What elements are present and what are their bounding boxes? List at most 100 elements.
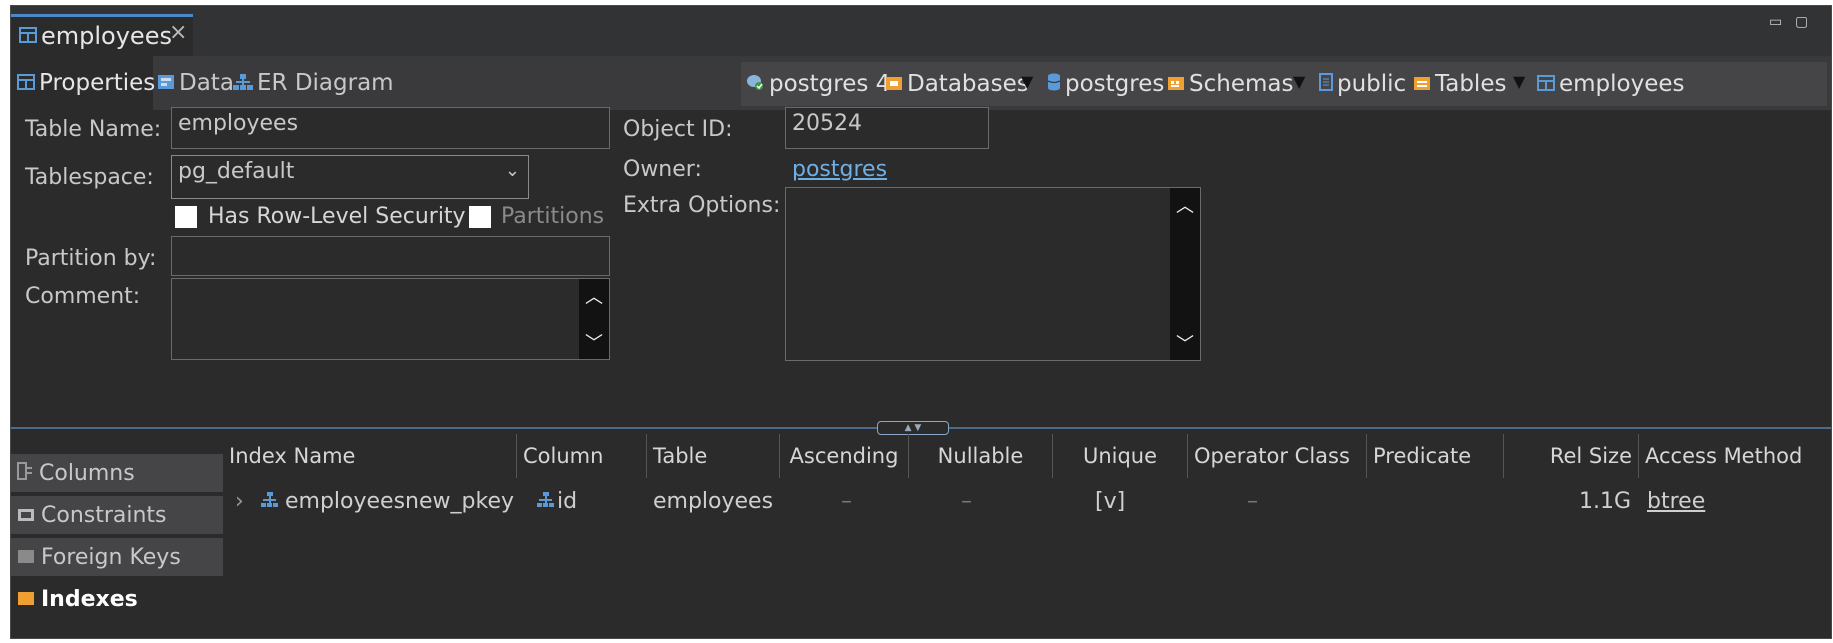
table-cell: employees	[653, 488, 774, 514]
editor-subtab-bar: Properties Data ER Diagram postgres 4 Da…	[11, 56, 1831, 110]
column-header-rel-size[interactable]: Rel Size	[1504, 434, 1639, 478]
owner-link[interactable]: postgres	[792, 157, 887, 182]
row-level-security-checkbox[interactable]	[175, 206, 197, 228]
object-id-field[interactable]: 20524	[785, 107, 989, 149]
column-value: id	[557, 488, 578, 514]
breadcrumb-database-label: postgres	[1065, 71, 1165, 97]
column-icon	[537, 489, 555, 514]
extra-options-label: Extra Options:	[623, 193, 781, 218]
operator-class-cell: –	[1247, 488, 1258, 514]
partition-by-field[interactable]	[171, 236, 610, 276]
index-icon	[261, 489, 279, 514]
maximize-icon[interactable]: ▢	[1795, 14, 1808, 30]
column-header-index-name[interactable]: Index Name	[223, 434, 517, 478]
scroll-down-icon[interactable]: ﹀	[579, 329, 609, 355]
side-tab-foreign-keys-label: Foreign Keys	[41, 544, 181, 570]
tab-er-diagram-label: ER Diagram	[257, 70, 394, 96]
comment-scrollbar[interactable]: ︿ ﹀	[579, 279, 609, 359]
partitions-checkbox[interactable]	[469, 206, 491, 228]
constraints-icon	[17, 503, 35, 528]
table-editor-window: employees × ▭ ▢ Properties Data ER Diagr…	[10, 5, 1832, 639]
table-name-label: Table Name:	[25, 117, 162, 142]
folder-icon	[1167, 71, 1185, 97]
column-header-table[interactable]: Table	[647, 434, 780, 478]
extra-options-textarea[interactable]: ︿ ﹀	[785, 187, 1201, 361]
owner-label: Owner:	[623, 157, 702, 182]
tab-properties[interactable]: Properties	[11, 56, 156, 110]
breadcrumb-schemas[interactable]: Schemas	[1167, 62, 1293, 106]
scroll-down-icon[interactable]: ﹀	[1170, 330, 1200, 356]
column-cell: id	[537, 483, 577, 519]
row-level-security-label: Has Row-Level Security	[208, 204, 466, 229]
chevron-down-icon: ⌄	[504, 160, 520, 181]
columns-icon	[17, 461, 33, 486]
column-header-predicate[interactable]: Predicate	[1367, 434, 1504, 478]
table-name-field[interactable]: employees	[171, 107, 610, 149]
splitter-grip-icon[interactable]: ▲ ▼	[877, 421, 949, 435]
side-tab-foreign-keys[interactable]: Foreign Keys	[11, 538, 223, 578]
expand-row-icon[interactable]: ›	[235, 483, 244, 519]
side-tab-constraints[interactable]: Constraints	[11, 496, 223, 536]
rel-size-cell: 1.1G	[1579, 488, 1632, 514]
partition-by-label: Partition by:	[25, 246, 157, 271]
table-icon	[19, 27, 37, 47]
breadcrumb-schema-label: public	[1337, 71, 1407, 97]
editor-tab-employees[interactable]: employees ×	[11, 14, 193, 56]
side-tab-columns-label: Columns	[39, 460, 135, 486]
breadcrumb-table[interactable]: employees	[1537, 62, 1685, 106]
dropdown-caret-icon[interactable]: ▼	[1293, 72, 1305, 91]
postgres-elephant-icon	[745, 71, 765, 97]
breadcrumb-schemas-label: Schemas	[1189, 71, 1294, 97]
indexes-table-header: Index Name Column Table Ascending Nullab…	[223, 434, 1831, 478]
breadcrumb-tables[interactable]: Tables	[1413, 62, 1506, 106]
tab-er-diagram[interactable]: ER Diagram	[233, 56, 394, 110]
data-grid-icon	[157, 70, 175, 96]
folder-icon	[885, 71, 903, 97]
column-header-operator-class[interactable]: Operator Class	[1188, 434, 1367, 478]
partitions-label: Partitions	[501, 204, 605, 229]
scroll-up-icon[interactable]: ︿	[579, 283, 609, 309]
access-method-link[interactable]: btree	[1647, 483, 1705, 519]
side-tab-constraints-label: Constraints	[41, 502, 167, 528]
database-icon	[1047, 71, 1061, 97]
index-name-value: employeesnew_pkey	[285, 488, 515, 514]
unique-cell: [v]	[1095, 488, 1126, 514]
breadcrumb-tables-label: Tables	[1435, 71, 1507, 97]
app-frame: employees × ▭ ▢ Properties Data ER Diagr…	[0, 0, 1833, 643]
folder-icon	[17, 587, 35, 612]
er-diagram-icon	[233, 70, 253, 96]
breadcrumb-table-label: employees	[1559, 71, 1685, 97]
dropdown-caret-icon[interactable]: ▼	[1021, 72, 1033, 91]
column-header-nullable[interactable]: Nullable	[909, 434, 1053, 478]
table-icon	[17, 70, 35, 96]
column-header-ascending[interactable]: Ascending	[780, 434, 909, 478]
index-name-cell: employeesnew_pkey	[261, 483, 514, 519]
breadcrumb-databases[interactable]: Databases	[885, 62, 1029, 106]
breadcrumb-database[interactable]: postgres	[1047, 62, 1164, 106]
comment-label: Comment:	[25, 284, 141, 309]
breadcrumb-connection[interactable]: postgres 4	[745, 62, 890, 106]
side-tab-columns[interactable]: Columns	[11, 454, 223, 494]
close-icon[interactable]: ×	[169, 20, 187, 45]
minimize-icon[interactable]: ▭	[1769, 14, 1782, 30]
comment-textarea[interactable]: ︿ ﹀	[171, 278, 610, 360]
breadcrumb-connection-label: postgres 4	[769, 71, 891, 97]
column-header-column[interactable]: Column	[517, 434, 647, 478]
breadcrumb-schema[interactable]: public	[1319, 62, 1406, 106]
tab-data-label: Data	[179, 70, 234, 96]
tablespace-select[interactable]: pg_default ⌄	[171, 155, 529, 199]
extra-options-scrollbar[interactable]: ︿ ﹀	[1170, 188, 1200, 360]
column-header-access-method[interactable]: Access Method	[1639, 434, 1831, 478]
column-header-unique[interactable]: Unique	[1053, 434, 1188, 478]
ascending-cell: –	[841, 488, 852, 514]
folder-icon	[17, 545, 35, 570]
table-icon	[1537, 71, 1555, 97]
tab-data[interactable]: Data	[157, 56, 234, 110]
side-tab-indexes-label: Indexes	[41, 586, 138, 612]
scroll-up-icon[interactable]: ︿	[1170, 192, 1200, 218]
dropdown-caret-icon[interactable]: ▼	[1513, 72, 1525, 91]
tablespace-label: Tablespace:	[25, 165, 154, 190]
side-tab-indexes[interactable]: Indexes	[11, 580, 223, 620]
tab-properties-label: Properties	[39, 70, 156, 96]
schema-icon	[1319, 71, 1333, 97]
